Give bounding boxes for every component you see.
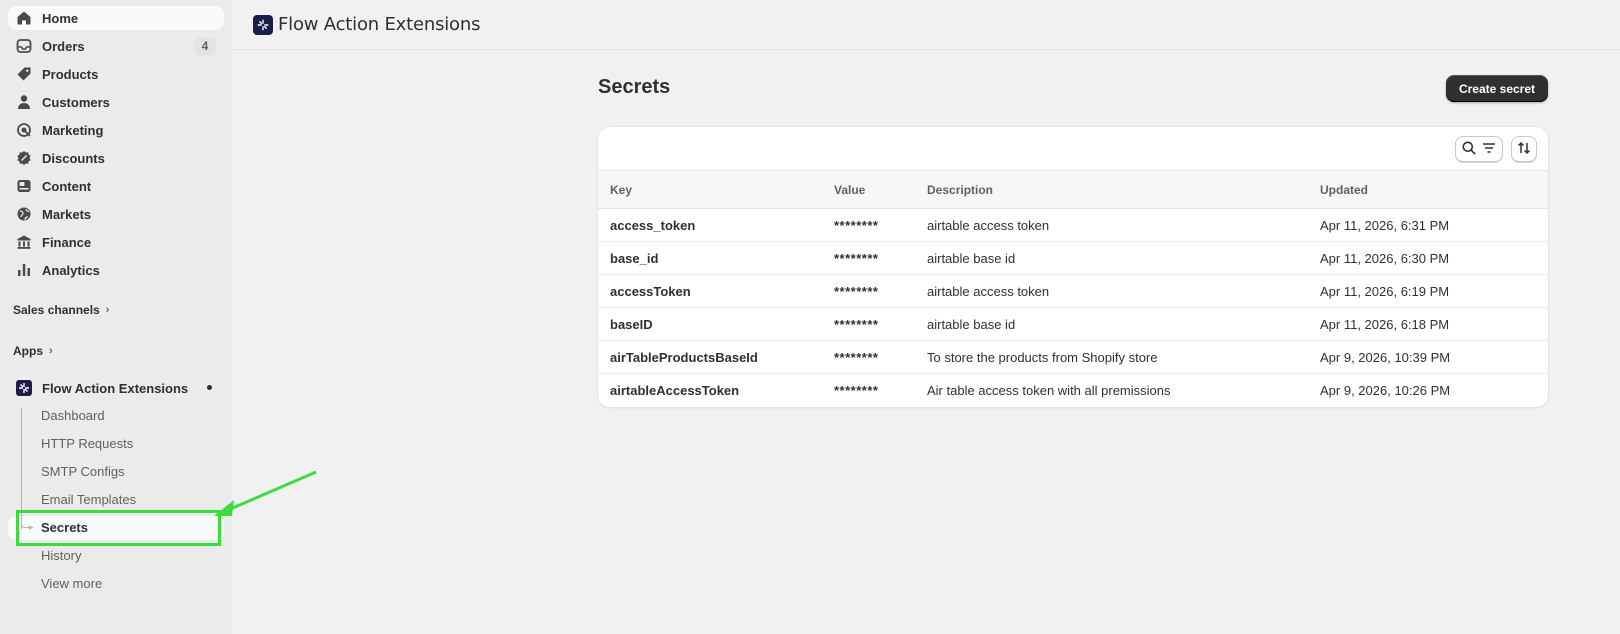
annotation-arrow-icon bbox=[214, 470, 317, 516]
sales-channels-label: Sales channels bbox=[13, 303, 100, 317]
nav-markets[interactable]: Markets bbox=[8, 202, 224, 226]
nav-home[interactable]: Home bbox=[8, 6, 224, 30]
nav-content[interactable]: Content bbox=[8, 174, 224, 198]
cell-updated: Apr 11, 2026, 6:30 PM bbox=[1320, 250, 1450, 266]
nav-finance-label: Finance bbox=[42, 234, 92, 250]
nav-discounts[interactable]: Discounts bbox=[8, 146, 224, 170]
cell-key: accessToken bbox=[610, 283, 691, 299]
app-logo-icon bbox=[253, 14, 273, 35]
table-row[interactable]: airTableProductsBaseId ******** To store… bbox=[598, 341, 1548, 374]
apps-heading[interactable]: Apps › bbox=[8, 341, 224, 361]
nav-app-flow-action-extensions[interactable]: Flow Action Extensions bbox=[8, 376, 224, 400]
table-toolbar bbox=[598, 127, 1548, 171]
nav-orders-label: Orders bbox=[42, 38, 85, 54]
sub-item-dashboard[interactable]: Dashboard bbox=[8, 404, 224, 428]
sort-icon bbox=[1516, 140, 1532, 159]
nav-analytics-label: Analytics bbox=[42, 262, 100, 278]
nav-products-label: Products bbox=[42, 66, 99, 82]
cell-description: airtable access token bbox=[927, 217, 1050, 233]
sort-button[interactable] bbox=[1511, 136, 1537, 162]
cell-updated: Apr 11, 2026, 6:31 PM bbox=[1320, 217, 1450, 233]
cell-key: airtableAccessToken bbox=[610, 383, 740, 398]
nav-marketing-label: Marketing bbox=[42, 122, 104, 138]
column-header-key: Key bbox=[610, 182, 633, 197]
orders-count-badge: 4 bbox=[194, 37, 216, 55]
nav-products[interactable]: Products bbox=[8, 62, 224, 86]
inbox-icon bbox=[16, 38, 32, 54]
sub-item-history[interactable]: History bbox=[8, 544, 224, 568]
column-header-description: Description bbox=[927, 182, 994, 197]
column-header-updated: Updated bbox=[1320, 182, 1368, 197]
app-logo-icon bbox=[16, 380, 32, 396]
chevron-right-icon: › bbox=[49, 345, 53, 357]
nav-discounts-label: Discounts bbox=[42, 150, 105, 166]
cell-value: ******** bbox=[834, 283, 879, 299]
cell-value: ******** bbox=[834, 217, 879, 233]
app-name-label: Flow Action Extensions bbox=[42, 380, 189, 396]
nav-content-label: Content bbox=[42, 178, 92, 194]
target-icon bbox=[16, 122, 32, 138]
annotation-highlight-box bbox=[16, 510, 221, 546]
table-body: access_token ******** airtable access to… bbox=[598, 209, 1548, 407]
content-icon bbox=[16, 178, 32, 194]
nav-home-label: Home bbox=[42, 10, 79, 26]
cell-value: ******** bbox=[834, 250, 879, 266]
cell-value: ******** bbox=[834, 316, 879, 332]
page-title: Secrets bbox=[598, 76, 671, 98]
cell-value: ******** bbox=[834, 349, 879, 365]
cell-key: base_id bbox=[610, 250, 659, 266]
discount-icon bbox=[16, 150, 32, 166]
nav-finance[interactable]: Finance bbox=[8, 230, 224, 254]
create-secret-button[interactable]: Create secret bbox=[1446, 75, 1548, 102]
search-filter-button[interactable] bbox=[1455, 136, 1503, 162]
search-icon bbox=[1461, 140, 1477, 159]
top-bar: Flow Action Extensions bbox=[232, 0, 1620, 50]
nav-marketing[interactable]: Marketing bbox=[8, 118, 224, 142]
nav-customers-label: Customers bbox=[42, 94, 110, 110]
table-row[interactable]: base_id ******** airtable base id Apr 11… bbox=[598, 242, 1548, 275]
cell-description: airtable base id bbox=[927, 316, 1016, 332]
cell-key: baseID bbox=[610, 316, 653, 332]
table-row[interactable]: baseID ******** airtable base id Apr 11,… bbox=[598, 308, 1548, 341]
cell-updated: Apr 9, 2026, 10:26 PM bbox=[1320, 383, 1451, 398]
nav-markets-label: Markets bbox=[42, 206, 92, 222]
cell-updated: Apr 9, 2026, 10:39 PM bbox=[1320, 349, 1451, 365]
sub-item-http-requests[interactable]: HTTP Requests bbox=[8, 432, 224, 456]
tag-icon bbox=[16, 66, 32, 82]
table-header: Key Value Description Updated bbox=[598, 171, 1548, 209]
table-row[interactable]: accessToken ******** airtable access tok… bbox=[598, 275, 1548, 308]
cell-updated: Apr 11, 2026, 6:18 PM bbox=[1320, 316, 1450, 332]
globe-icon bbox=[16, 206, 32, 222]
chevron-right-icon: › bbox=[105, 304, 110, 316]
table-row[interactable]: access_token ******** airtable access to… bbox=[598, 209, 1548, 242]
pin-dot-icon bbox=[207, 385, 212, 390]
nav-customers[interactable]: Customers bbox=[8, 90, 224, 114]
sub-item-email-templates[interactable]: Email Templates bbox=[8, 488, 224, 512]
bar-chart-icon bbox=[16, 262, 32, 278]
secrets-table-card: Key Value Description Updated access_tok… bbox=[598, 127, 1548, 407]
cell-updated: Apr 11, 2026, 6:19 PM bbox=[1320, 283, 1450, 299]
nav-analytics[interactable]: Analytics bbox=[8, 258, 224, 282]
app-title: Flow Action Extensions bbox=[278, 14, 481, 35]
cell-description: To store the products from Shopify store bbox=[927, 349, 1158, 365]
home-icon bbox=[16, 10, 32, 26]
nav-orders[interactable]: Orders 4 bbox=[8, 34, 224, 58]
cell-key: airTableProductsBaseId bbox=[610, 349, 758, 365]
bank-icon bbox=[16, 234, 32, 250]
cell-key: access_token bbox=[610, 217, 696, 233]
sub-item-view-more[interactable]: View more bbox=[8, 572, 224, 596]
cell-description: airtable access token bbox=[927, 283, 1050, 299]
sales-channels-heading[interactable]: Sales channels › bbox=[8, 300, 224, 320]
column-header-value: Value bbox=[834, 182, 866, 197]
cell-description: airtable base id bbox=[927, 250, 1016, 266]
filter-icon bbox=[1481, 140, 1497, 159]
apps-label: Apps bbox=[13, 344, 43, 358]
sub-item-smtp-configs[interactable]: SMTP Configs bbox=[8, 460, 224, 484]
cell-value: ******** bbox=[834, 383, 879, 398]
table-row[interactable]: airtableAccessToken ******** Air table a… bbox=[598, 374, 1548, 407]
cell-description: Air table access token with all premissi… bbox=[927, 383, 1171, 398]
person-icon bbox=[16, 94, 32, 110]
